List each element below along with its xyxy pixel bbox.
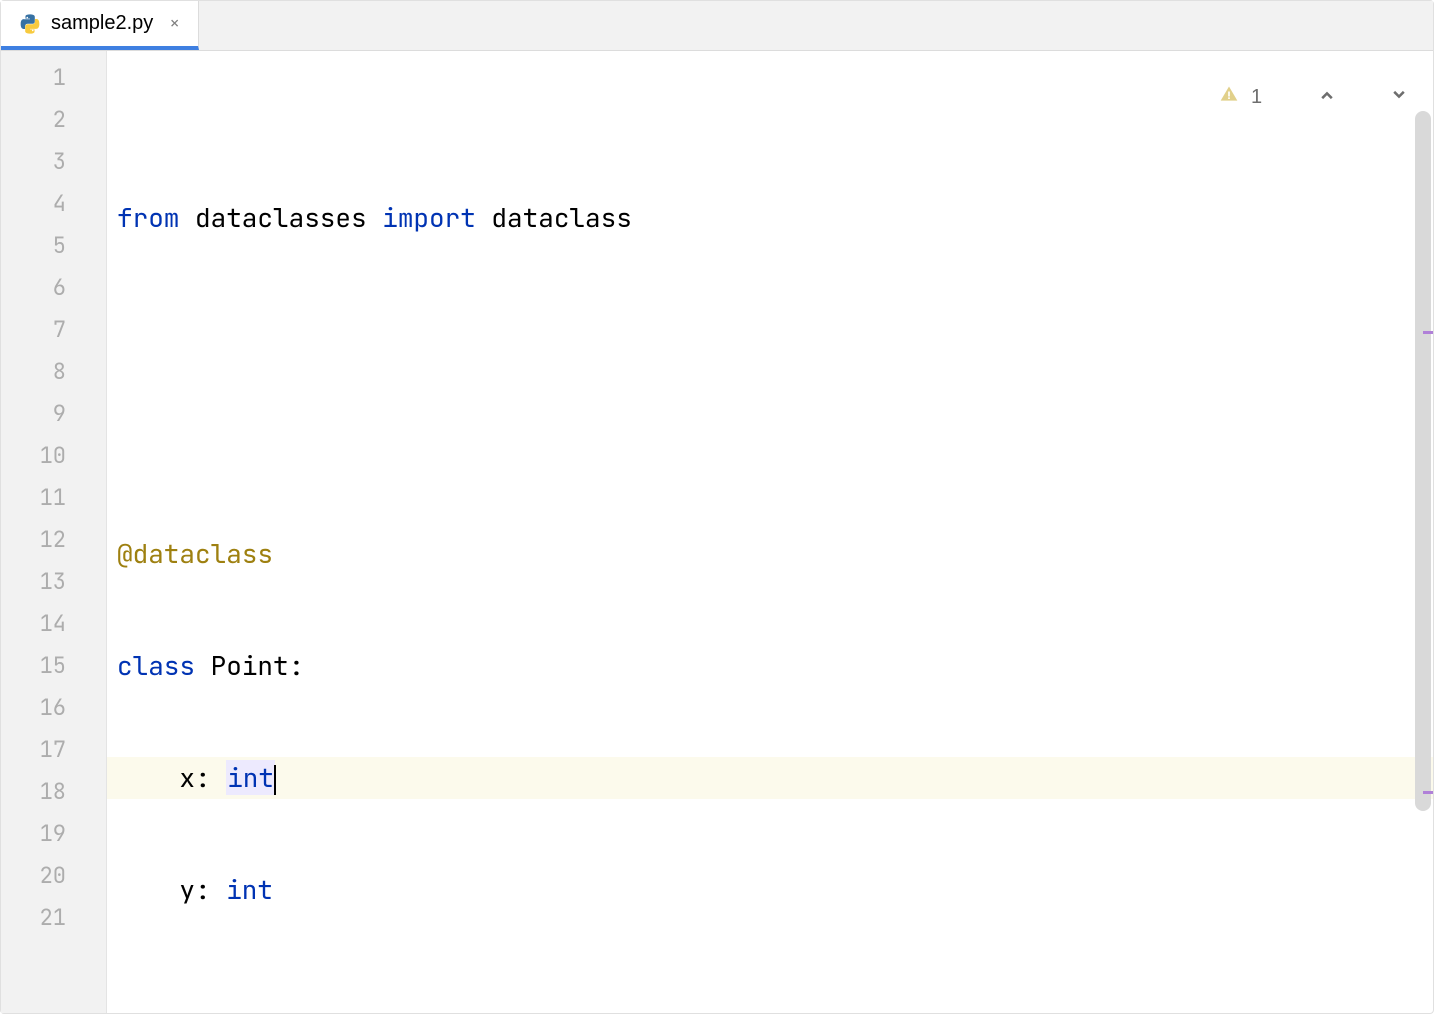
line-number: 20 xyxy=(1,855,106,897)
line-number: 17 xyxy=(1,729,106,771)
warning-count: 1 xyxy=(1251,86,1262,109)
line-number: 6 xyxy=(1,267,106,309)
editor[interactable]: 1 2 3 4 5 6 7 8 9 10 11 12 13 14 15 16 1… xyxy=(1,51,1433,1013)
chevron-down-icon[interactable] xyxy=(1347,63,1407,132)
line-number: 1 xyxy=(1,57,106,99)
line-number: 10 xyxy=(1,435,106,477)
code-line[interactable]: @dataclass xyxy=(107,533,1433,575)
scrollbar-mark xyxy=(1423,331,1433,334)
line-number: 14 xyxy=(1,603,106,645)
line-number: 7 xyxy=(1,309,106,351)
tab-label: sample2.py xyxy=(51,12,153,35)
inspections-widget[interactable]: 1 xyxy=(1175,61,1407,133)
line-number: 9 xyxy=(1,393,106,435)
line-number: 13 xyxy=(1,561,106,603)
code-line[interactable]: from dataclasses import dataclass xyxy=(107,197,1433,239)
gutter: 1 2 3 4 5 6 7 8 9 10 11 12 13 14 15 16 1… xyxy=(1,51,107,1013)
line-number: 18 xyxy=(1,771,106,813)
code-line[interactable]: y: int xyxy=(107,869,1433,911)
code-line[interactable] xyxy=(107,981,1433,1013)
code-line[interactable] xyxy=(107,309,1433,351)
line-number: 19 xyxy=(1,813,106,855)
python-file-icon xyxy=(19,13,41,35)
chevron-up-icon[interactable] xyxy=(1274,63,1334,132)
close-icon[interactable]: × xyxy=(169,12,180,35)
line-number: 11 xyxy=(1,477,106,519)
scrollbar-mark xyxy=(1423,791,1433,794)
line-number: 3 xyxy=(1,141,106,183)
code-line-current[interactable]: x: int xyxy=(107,757,1433,799)
scrollbar[interactable] xyxy=(1415,111,1431,973)
line-number: 4 xyxy=(1,183,106,225)
code-area[interactable]: 1 from dataclasses import dataclass @dat… xyxy=(107,51,1433,1013)
line-number: 2 xyxy=(1,99,106,141)
line-number: 15 xyxy=(1,645,106,687)
tab-bar: sample2.py × xyxy=(1,1,1433,51)
line-number: 21 xyxy=(1,897,106,939)
code-line[interactable]: class Point: xyxy=(107,645,1433,687)
scrollbar-thumb[interactable] xyxy=(1415,111,1431,811)
line-number: 5 xyxy=(1,225,106,267)
line-number: 8 xyxy=(1,351,106,393)
warning-icon xyxy=(1175,61,1239,133)
line-number: 16 xyxy=(1,687,106,729)
caret xyxy=(274,765,276,795)
code-line[interactable] xyxy=(107,421,1433,463)
tab-sample2[interactable]: sample2.py × xyxy=(1,1,199,50)
line-number: 12 xyxy=(1,519,106,561)
